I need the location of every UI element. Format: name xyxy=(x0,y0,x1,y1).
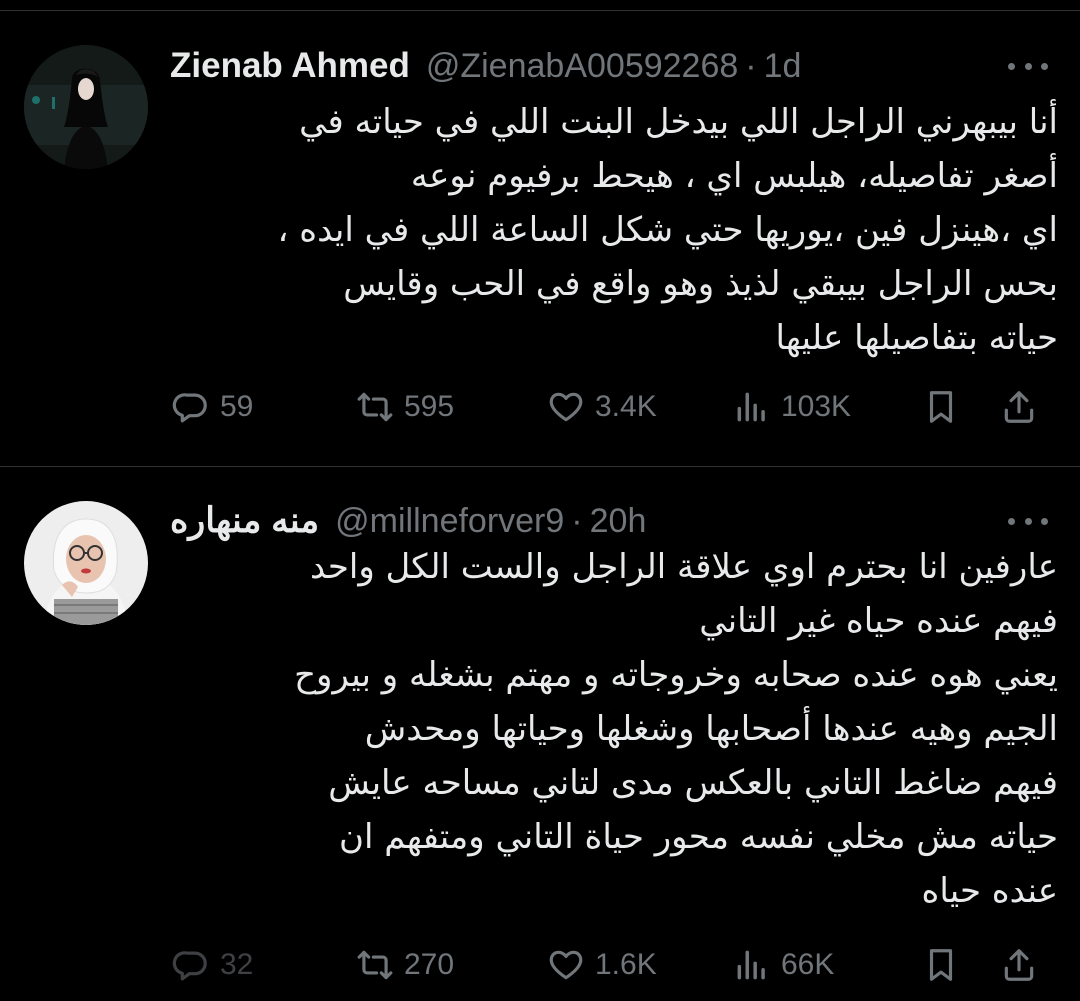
reply-button[interactable]: 59 xyxy=(172,385,253,429)
view-count: 66K xyxy=(781,948,835,981)
tweet-text-line: عارفين انا بحترم اوي علاقة الراجل والست … xyxy=(310,547,1058,587)
tweet-text-line: بحس الراجل بيبقي لذيذ وهو واقع في الحب و… xyxy=(343,264,1058,304)
more-dot xyxy=(1008,62,1015,70)
views-button[interactable]: 66K xyxy=(733,943,834,987)
avatar[interactable] xyxy=(24,501,148,625)
tweet-text: أنا بيبهرني الراجل اللي بيدخل البنت اللي… xyxy=(172,95,1058,365)
retweet-icon xyxy=(357,392,393,422)
bookmark-icon xyxy=(929,949,953,981)
share-icon xyxy=(1004,391,1034,423)
tweet[interactable]: Zienab Ahmed @ZienabA00592268 · 1d أنا ب… xyxy=(0,11,1080,466)
heart-icon xyxy=(549,950,583,980)
avatar-image xyxy=(24,45,148,169)
bookmark-button[interactable] xyxy=(922,943,960,987)
reply-icon xyxy=(172,393,207,423)
more-icon[interactable] xyxy=(1008,56,1048,76)
user-handle[interactable]: @ZienabA00592268 xyxy=(426,47,738,86)
avatar[interactable] xyxy=(24,45,148,169)
bookmark-button[interactable] xyxy=(922,385,960,429)
avatar-image xyxy=(24,501,148,625)
retweet-button[interactable]: 595 xyxy=(356,385,454,429)
tweet-text-line: فيهم ضاغط التاني بالعكس مدى لتاني مساحه … xyxy=(328,763,1058,803)
more-dot xyxy=(1008,517,1015,525)
views-icon xyxy=(737,950,765,980)
share-icon xyxy=(1004,949,1034,981)
display-name[interactable]: Zienab Ahmed xyxy=(170,46,410,86)
bookmark-icon xyxy=(929,391,953,423)
timestamp[interactable]: 1d xyxy=(764,47,802,86)
share-button[interactable] xyxy=(1000,943,1038,987)
display-name[interactable]: منه منهاره xyxy=(170,501,319,541)
tweet-header: منه منهاره @millneforver9 · 20h xyxy=(170,499,960,543)
retweet-button[interactable]: 270 xyxy=(356,943,454,987)
more-dot xyxy=(1024,62,1032,70)
more-dot xyxy=(1041,62,1048,70)
retweet-icon xyxy=(357,950,393,980)
action-bar: 59 595 3.4K 103K xyxy=(172,385,1050,429)
like-count: 3.4K xyxy=(595,390,657,423)
timestamp[interactable]: 20h xyxy=(590,502,647,541)
like-count: 1.6K xyxy=(595,948,657,981)
tweet-text-line: يعني هوه عنده صحابه وخروجاته و مهتم بشغل… xyxy=(294,655,1058,695)
tweet[interactable]: منه منهاره @millneforver9 · 20h عارفين ا… xyxy=(0,467,1080,1001)
retweet-count: 270 xyxy=(404,948,455,981)
reply-count: 32 xyxy=(220,948,254,981)
views-icon xyxy=(737,392,765,422)
tweet-text-line: اي ،هينزل فين ،يوريها حتي شكل الساعة الل… xyxy=(277,210,1058,250)
more-dot xyxy=(1024,517,1032,525)
tweet-text-line: عنده حياه xyxy=(921,871,1058,911)
tweet-text-line: حياته بتفاصيلها عليها xyxy=(775,318,1058,358)
tweet-header: Zienab Ahmed @ZienabA00592268 · 1d xyxy=(170,44,960,88)
tweet-text-line: أنا بيبهرني الراجل اللي بيدخل البنت اللي… xyxy=(299,102,1058,142)
share-button[interactable] xyxy=(1000,385,1038,429)
tweet-text-line: أصغر تفاصيله، هيلبس اي ، هيحط برفيوم نوع… xyxy=(410,156,1058,196)
reply-count: 59 xyxy=(220,390,254,423)
views-button[interactable]: 103K xyxy=(733,385,851,429)
more-dot xyxy=(1041,517,1048,525)
reply-button[interactable]: 32 xyxy=(172,943,253,987)
separator-dot: · xyxy=(571,501,583,540)
more-icon[interactable] xyxy=(1008,511,1048,531)
tweet-text-line: حياته مش مخلي نفسه محور حياة التاني ومتف… xyxy=(339,817,1058,857)
user-handle[interactable]: @millneforver9 xyxy=(335,502,564,541)
view-count: 103K xyxy=(781,390,852,423)
heart-icon xyxy=(549,392,583,422)
action-bar: 32 270 1.6K 66K xyxy=(172,943,1050,987)
tweet-text-line: فيهم عنده حياه غير التاني xyxy=(699,601,1058,641)
like-button[interactable]: 3.4K xyxy=(547,385,657,429)
tweet-text-line: الجيم وهيه عندها أصحابها وشغلها وحياتها … xyxy=(364,709,1058,749)
retweet-count: 595 xyxy=(404,390,455,423)
reply-icon xyxy=(172,951,207,981)
separator-dot: · xyxy=(745,46,757,85)
like-button[interactable]: 1.6K xyxy=(547,943,657,987)
tweet-text: عارفين انا بحترم اوي علاقة الراجل والست … xyxy=(172,540,1058,918)
